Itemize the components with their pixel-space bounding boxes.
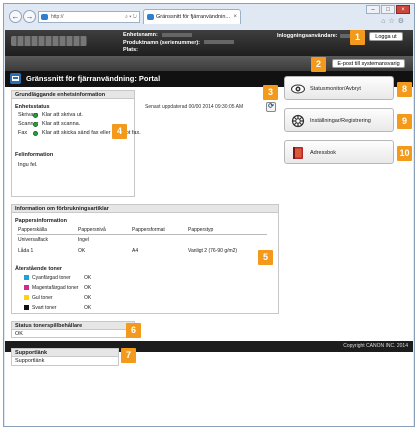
toner-name: Cyanfärgad toner (32, 275, 71, 281)
tab-title: Gränssnitt för fjärranvändnin... (156, 14, 230, 20)
status-value: Klar att scanna. (42, 121, 81, 127)
search-icon[interactable]: ⌕ ▾ ↻ (125, 12, 137, 22)
toner-name: Gul toner (32, 295, 53, 301)
tab-favicon-icon (147, 14, 154, 20)
paper-col-level: Pappersnivå (78, 227, 106, 233)
basic-info-panel: Grundläggande enhetsinformation Enhetsst… (11, 90, 141, 197)
error-info-heading: Felinformation (15, 152, 54, 158)
canon-logo (11, 36, 87, 46)
cyan-swatch (24, 275, 29, 280)
page-title: Gränssnitt för fjärranvändning: Portal (26, 74, 161, 83)
last-updated-text: Senast uppdaterad 00/00 2014 09:30:05 AM (145, 104, 244, 110)
status-ok-icon (33, 131, 38, 136)
back-icon[interactable]: ← (9, 10, 22, 23)
consumables-title: Information om förbrukningsartiklar (12, 205, 278, 213)
callout-2: 2 (311, 57, 326, 72)
black-swatch (24, 305, 29, 310)
paper-cell: OK (78, 248, 86, 254)
address-bar[interactable]: http:// ⌕ ▾ ↻ (38, 11, 140, 23)
browser-tab[interactable]: Gränssnitt för fjärranvändnin... × (143, 9, 241, 24)
basic-info-title: Grundläggande enhetsinformation (12, 91, 134, 99)
status-name: Fax (18, 130, 28, 136)
waste-toner-title: Status tonerspillbehållare (12, 322, 134, 330)
address-book-icon (293, 147, 303, 159)
email-admin-button[interactable]: E-post till systemansvarig (332, 59, 405, 68)
paper-col-type: Papperstyp (188, 227, 214, 233)
url-text: http:// (51, 14, 64, 20)
eye-icon (291, 84, 305, 94)
toner-heading: Återstående toner (15, 266, 63, 272)
gear-icon (291, 114, 305, 128)
forward-icon[interactable]: → (23, 10, 36, 23)
toner-name: Magentafärgad toner (32, 285, 79, 291)
location-label: Plats: (123, 47, 138, 53)
callout-1: 1 (350, 30, 365, 45)
refresh-icon[interactable]: ⟳ (266, 102, 276, 112)
paper-cell: Vanligt 2 (76-90 g/m2) (188, 248, 238, 254)
address-book-label: Adressbok (310, 150, 336, 156)
callout-9: 9 (397, 114, 412, 129)
toner-status: OK (84, 305, 92, 311)
device-name-label: Enhetsnamn: (123, 32, 158, 38)
consumables-panel: Information om förbrukningsartiklar Papp… (11, 204, 279, 314)
waste-toner-value: OK (15, 331, 23, 337)
status-monitor-label: Statusmonitor/Avbryt (310, 86, 361, 92)
paper-cell: Låda 1 (18, 248, 34, 254)
toolbar-icons[interactable]: ⌂☆⚙ (381, 17, 407, 25)
site-favicon-icon (41, 14, 48, 20)
copyright-text: Copyright CANON INC. 2014 (343, 343, 408, 349)
browser-titlebar: ← → http:// ⌕ ▾ ↻ Gränssnitt för fjärran… (4, 4, 414, 30)
device-info: Enhetsnamn: Produktnamn (serienummer): P… (123, 32, 235, 55)
settings-button[interactable]: Inställningar/Registrering (284, 108, 394, 132)
callout-10: 10 (397, 146, 412, 161)
callout-4: 4 (112, 124, 127, 139)
callout-8: 8 (397, 82, 412, 97)
waste-toner-panel: Status tonerspillbehållare OK (11, 321, 135, 338)
paper-cell: Universalfack (18, 237, 49, 243)
callout-5: 5 (258, 250, 273, 265)
status-monitor-button[interactable]: Statusmonitor/Avbryt (284, 76, 394, 100)
toner-name: Svart toner (32, 305, 57, 311)
status-row-fax: Fax Klar att skicka sänd fax eller ta em… (18, 130, 141, 136)
toner-status: OK (84, 275, 92, 281)
status-row-printer: Skrivare Klar att skriva ut. (18, 112, 83, 118)
error-info-text: Ingu fel. (18, 162, 38, 168)
callout-6: 6 (126, 323, 141, 338)
paper-info-heading: Pappersinformation (15, 218, 67, 224)
table-divider (17, 234, 267, 235)
magenta-swatch (24, 285, 29, 290)
page-viewport: Enhetsnamn: Produktnamn (serienummer): P… (5, 30, 413, 426)
support-link[interactable]: Supportlänk (15, 358, 44, 364)
tab-close-icon[interactable]: × (233, 10, 237, 24)
paper-cell: Ingel (78, 237, 89, 243)
status-ok-icon (33, 122, 38, 127)
minimize-icon[interactable]: – (366, 5, 380, 14)
window-close-icon[interactable]: × (396, 5, 410, 14)
status-value: Klar att skriva ut. (42, 112, 83, 118)
logout-button[interactable]: Logga ut (369, 32, 403, 41)
maximize-icon[interactable]: □ (381, 5, 395, 14)
callout-7: 7 (121, 348, 136, 363)
status-row-scanner: Scanner Klar att scanna. (18, 121, 80, 127)
callout-3: 3 (263, 85, 278, 100)
status-ok-icon (33, 113, 38, 118)
paper-col-source: Papperskälla (18, 227, 47, 233)
address-book-button[interactable]: Adressbok (284, 140, 394, 164)
product-name-label: Produktnamn (serienummer): (123, 39, 201, 46)
portal-icon (10, 73, 21, 84)
header-subbar: E-post till systemansvarig (5, 56, 413, 71)
toner-status: OK (84, 295, 92, 301)
toner-status: OK (84, 285, 92, 291)
paper-cell: A4 (132, 248, 139, 254)
support-panel: Supportlänk Supportlänk (11, 348, 119, 366)
device-status-heading: Enhetsstatus (15, 104, 50, 110)
support-title: Supportlänk (12, 349, 118, 357)
browser-window: ← → http:// ⌕ ▾ ↻ Gränssnitt för fjärran… (3, 3, 415, 427)
paper-col-size: Pappersformat (132, 227, 165, 233)
settings-label: Inställningar/Registrering (310, 118, 371, 124)
yellow-swatch (24, 295, 29, 300)
login-user: Inloggningsanvändare: (277, 33, 352, 39)
